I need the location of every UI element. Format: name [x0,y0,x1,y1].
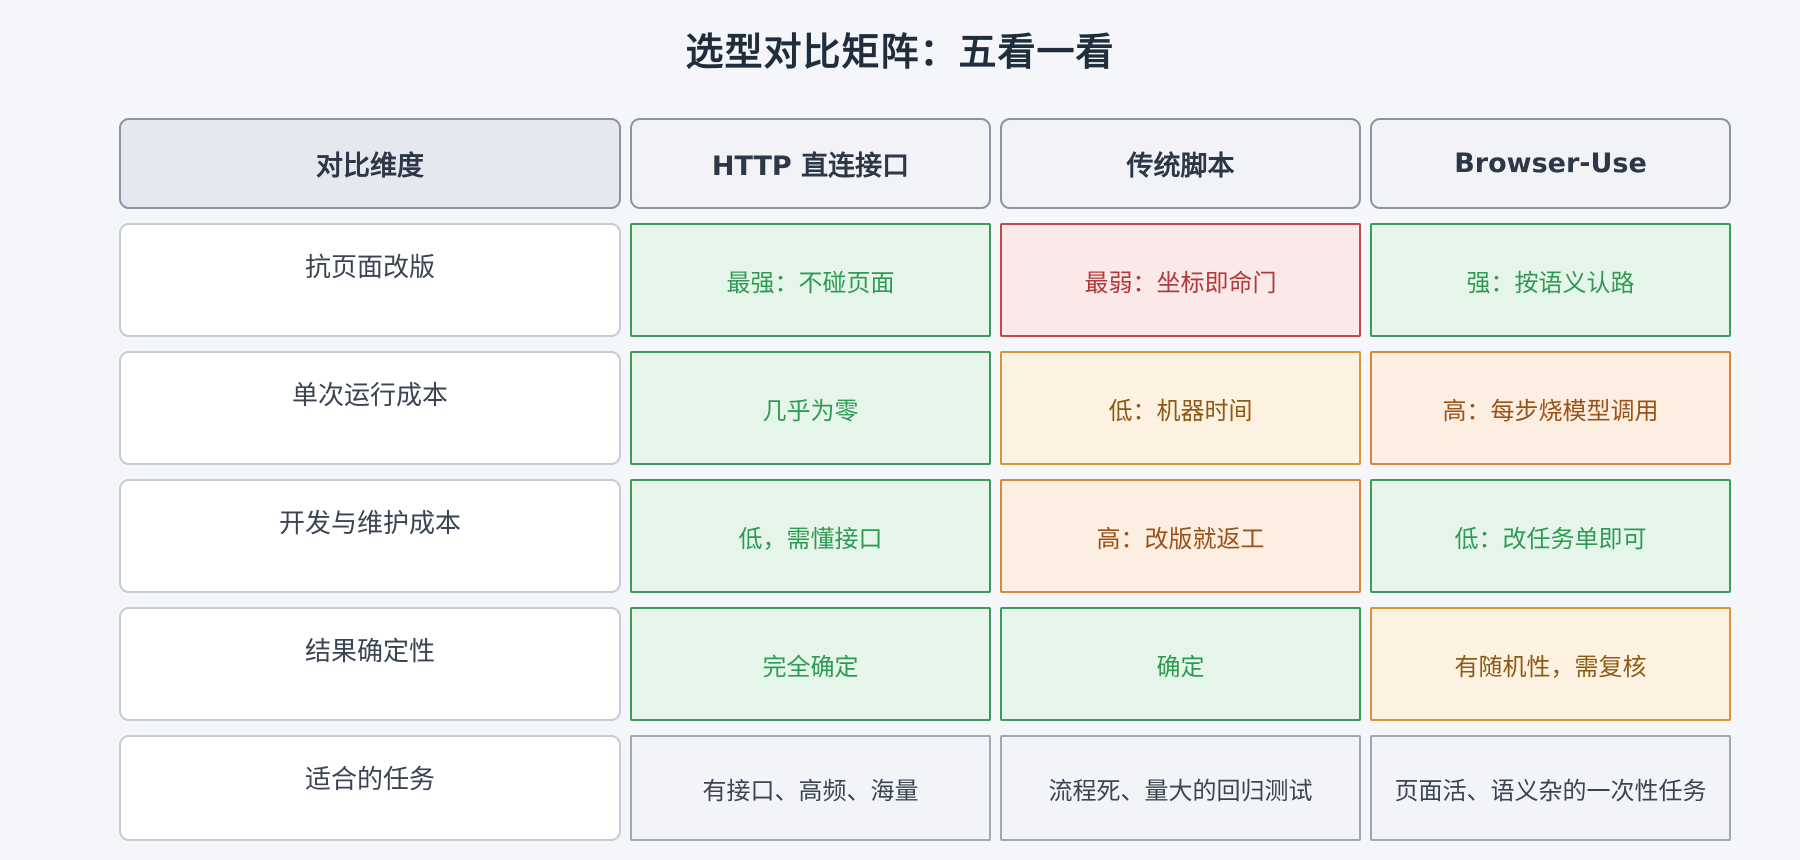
cell-http-determinism: 完全确定 [630,607,991,721]
cell-script-suitable-tasks: 流程死、量大的回归测试 [1000,735,1361,841]
row-label-determinism: 结果确定性 [119,607,621,721]
cell-http-run-cost: 几乎为零 [630,351,991,465]
cell-script-page-redesign: 最弱：坐标即命门 [1000,223,1361,337]
cell-browser-determinism: 有随机性，需复核 [1370,607,1731,721]
row-label-page-redesign-resistance: 抗页面改版 [119,223,621,337]
row-label-suitable-tasks: 适合的任务 [119,735,621,841]
row-label-run-cost: 单次运行成本 [119,351,621,465]
header-traditional-script: 传统脚本 [1000,118,1361,209]
cell-browser-page-redesign: 强：按语义认路 [1370,223,1731,337]
cell-http-suitable-tasks: 有接口、高频、海量 [630,735,991,841]
cell-http-dev-cost: 低，需懂接口 [630,479,991,593]
cell-browser-run-cost: 高：每步烧模型调用 [1370,351,1731,465]
comparison-matrix: 对比维度 HTTP 直连接口 传统脚本 Browser-Use 抗页面改版 最强… [119,118,1731,841]
header-browser-use: Browser-Use [1370,118,1731,209]
page-title: 选型对比矩阵：五看一看 [685,30,1115,74]
cell-http-page-redesign: 最强：不碰页面 [630,223,991,337]
cell-script-run-cost: 低：机器时间 [1000,351,1361,465]
cell-browser-dev-cost: 低：改任务单即可 [1370,479,1731,593]
cell-browser-suitable-tasks: 页面活、语义杂的一次性任务 [1370,735,1731,841]
row-label-dev-maintenance-cost: 开发与维护成本 [119,479,621,593]
header-http-api: HTTP 直连接口 [630,118,991,209]
cell-script-dev-cost: 高：改版就返工 [1000,479,1361,593]
cell-script-determinism: 确定 [1000,607,1361,721]
header-dimension: 对比维度 [119,118,621,209]
